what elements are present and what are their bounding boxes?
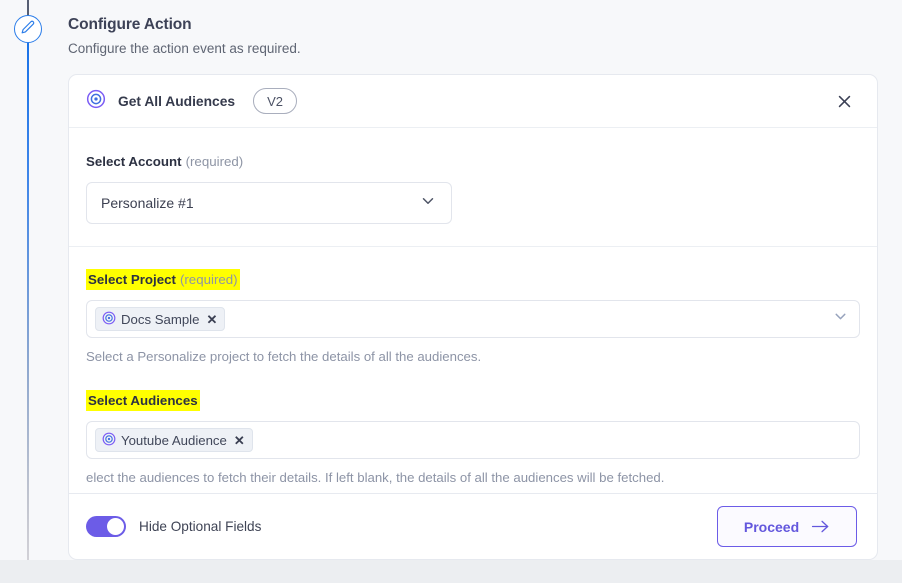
project-select[interactable]: Docs Sample ✕	[86, 300, 860, 338]
page-header: Configure Action Configure the action ev…	[68, 16, 878, 56]
project-audiences-section: Select Project(required) Docs Sample ✕	[69, 247, 877, 507]
card-header: Get All Audiences V2	[69, 75, 877, 128]
chip-label: Docs Sample	[121, 311, 200, 327]
chip-docs-sample[interactable]: Docs Sample ✕	[95, 307, 226, 331]
action-title: Get All Audiences	[118, 93, 236, 109]
chip-label: Youtube Audience	[121, 432, 227, 448]
workflow-rail	[0, 0, 56, 583]
bullseye-target-icon	[86, 89, 106, 114]
chip-remove-icon[interactable]: ✕	[234, 434, 245, 447]
rail-line-bottom	[27, 43, 29, 583]
configure-action-card: Get All Audiences V2 Select Account (requ…	[68, 74, 878, 560]
audiences-field-label: Select Audiences	[86, 390, 200, 411]
audiences-select[interactable]: Youtube Audience ✕	[86, 421, 860, 459]
hide-optional-fields-toggle[interactable]: Hide Optional Fields	[86, 516, 261, 537]
page-title: Configure Action	[68, 16, 192, 33]
account-select-value: Personalize #1	[101, 195, 194, 211]
account-required-text: (required)	[185, 154, 244, 169]
rail-line-top	[27, 0, 29, 16]
toggle-switch[interactable]	[86, 516, 126, 537]
chip-youtube-audience[interactable]: Youtube Audience ✕	[95, 428, 253, 452]
chevron-down-icon	[419, 192, 437, 215]
proceed-button[interactable]: Proceed	[717, 506, 857, 547]
account-select[interactable]: Personalize #1	[86, 182, 452, 224]
project-label-text: Select Project	[88, 272, 176, 287]
account-section: Select Account (required) Personalize #1	[69, 128, 877, 247]
card-footer: Hide Optional Fields Proceed	[69, 493, 877, 559]
page-subtitle: Configure the action event as required.	[68, 41, 301, 56]
page-bottom-strip	[0, 560, 902, 583]
account-label-text: Select Account	[86, 154, 182, 169]
bullseye-target-icon	[102, 432, 116, 449]
account-field-label: Select Account (required)	[86, 152, 243, 171]
chip-remove-icon[interactable]: ✕	[206, 313, 217, 326]
project-helper-text: Select a Personalize project to fetch th…	[86, 349, 482, 364]
toggle-label: Hide Optional Fields	[139, 519, 262, 534]
project-required-text: (required)	[179, 272, 238, 287]
proceed-button-label: Proceed	[743, 518, 800, 535]
project-field-label: Select Project (required)	[86, 269, 240, 290]
arrow-right-icon	[811, 519, 830, 534]
chevron-down-icon[interactable]	[832, 308, 849, 330]
version-badge: V2	[253, 88, 298, 114]
audiences-label-text: Select Audiences	[88, 393, 198, 408]
pencil-edit-icon	[21, 20, 35, 39]
audiences-helper-text: elect the audiences to fetch their detai…	[86, 470, 665, 485]
close-icon[interactable]	[831, 88, 857, 114]
edit-step-node[interactable]	[14, 15, 42, 43]
bullseye-target-icon	[102, 311, 116, 328]
